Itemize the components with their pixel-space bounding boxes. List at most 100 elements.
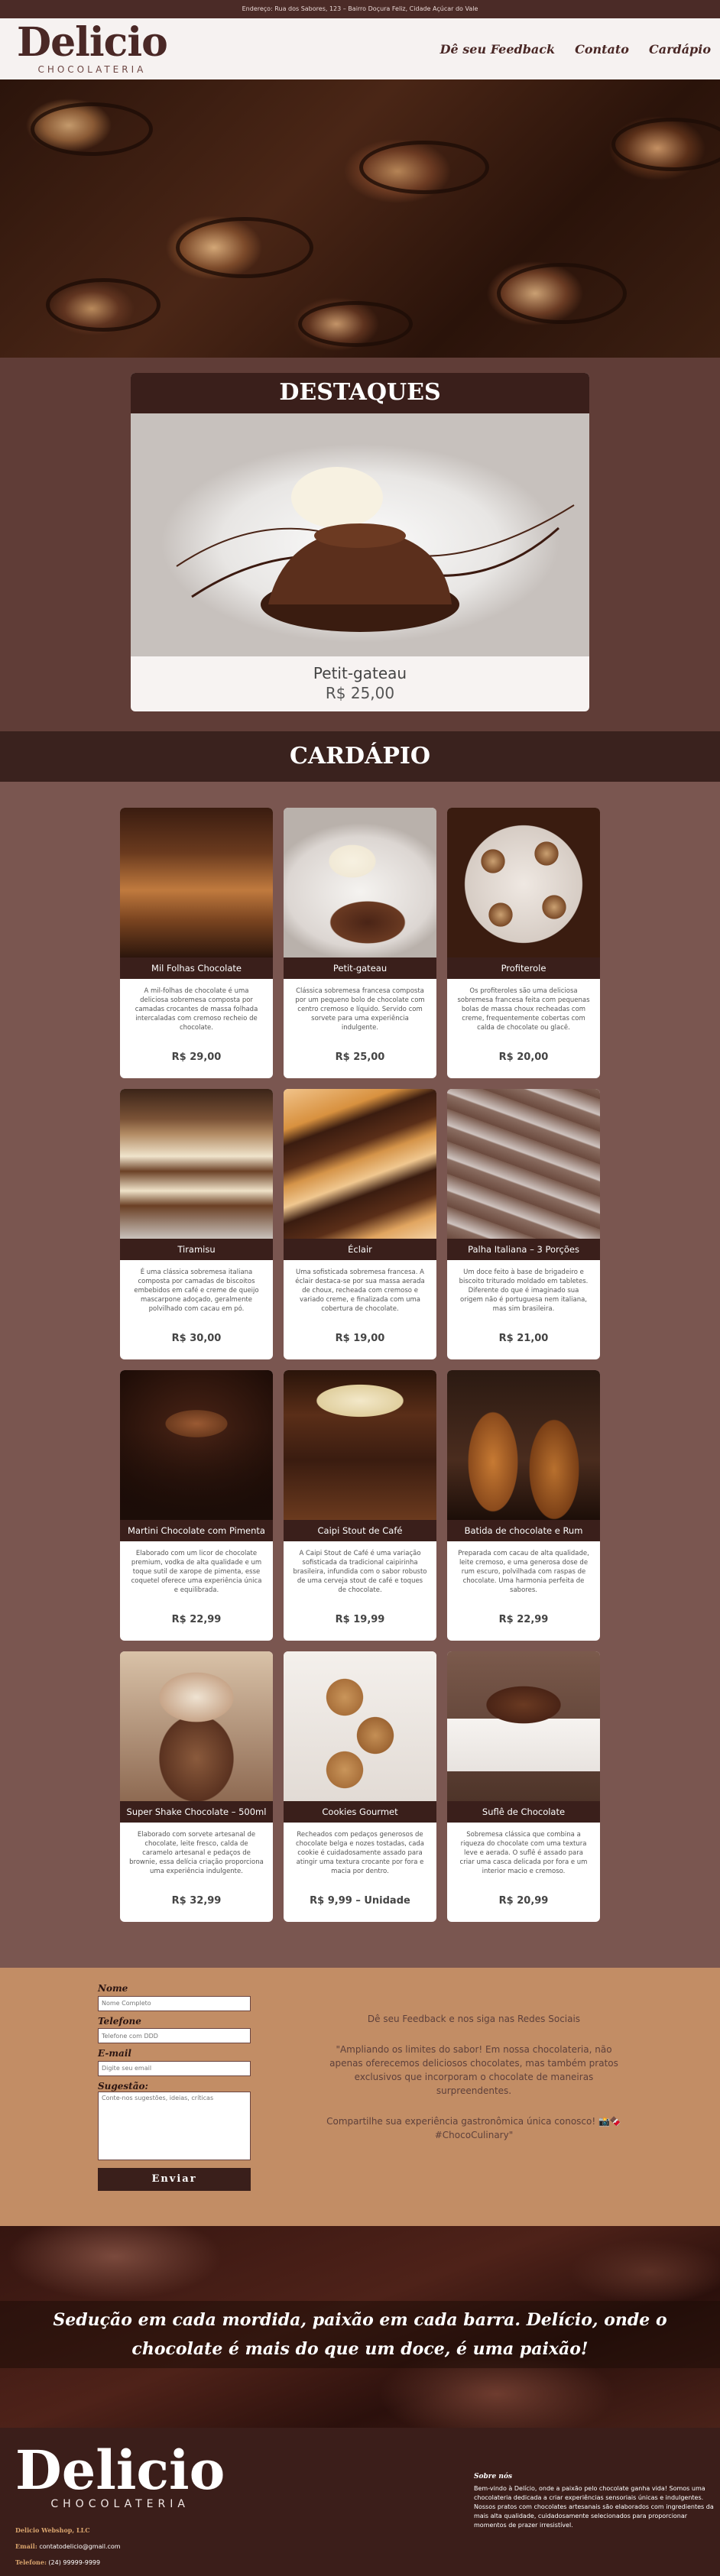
- menu-card[interactable]: Caipi Stout de Café A Caipi Stout de Caf…: [284, 1370, 436, 1641]
- social-text: Dê seu Feedback e nos siga nas Redes Soc…: [321, 1978, 627, 2226]
- menu-card-title: Profiterole: [447, 957, 600, 979]
- menu-card-image: [284, 808, 436, 957]
- menu-card-price: R$ 9,99 – Unidade: [310, 1895, 410, 1907]
- logo[interactable]: Delicio CHOCOLATERIA: [17, 19, 168, 76]
- footer-logo-wordmark: Delicio: [15, 2438, 225, 2502]
- destaques-section: DESTAQUES Petit-gateau R$ 25,00: [0, 358, 720, 731]
- menu-section: Mil Folhas Chocolate A mil-folhas de cho…: [0, 782, 720, 1968]
- main-nav: Dê seu Feedback Contato Cardápio: [440, 42, 711, 57]
- menu-card-image: [447, 1651, 600, 1801]
- menu-card-title: Caipi Stout de Café: [284, 1520, 436, 1541]
- menu-card-title: Éclair: [284, 1239, 436, 1260]
- name-label: Nome: [98, 1983, 128, 1994]
- menu-card[interactable]: Tiramisu É uma clássica sobremesa italia…: [120, 1089, 273, 1359]
- about-text: Bem-vindo à Delício, onde a paixão pelo …: [474, 2485, 714, 2529]
- nav-cardapio-link[interactable]: Cardápio: [649, 42, 711, 57]
- menu-card-image: [284, 1089, 436, 1239]
- menu-card-image: [120, 1089, 273, 1239]
- menu-card[interactable]: Palha Italiana – 3 Porções Um doce feito…: [447, 1089, 600, 1359]
- menu-card-image: [447, 808, 600, 957]
- menu-card-price: R$ 20,99: [498, 1895, 549, 1907]
- menu-card[interactable]: Mil Folhas Chocolate A mil-folhas de cho…: [120, 808, 273, 1078]
- address-text: Endereço: Rua dos Sabores, 123 – Bairro …: [242, 5, 478, 12]
- menu-card-price: R$ 32,99: [171, 1895, 222, 1907]
- email-label: E-mail: [98, 2048, 131, 2059]
- nav-contato-link[interactable]: Contato: [575, 42, 629, 57]
- hero-image: [0, 79, 720, 358]
- menu-card-title: Palha Italiana – 3 Porções: [447, 1239, 600, 1260]
- footer-about: Sobre nós Bem-vindo à Delício, onde a pa…: [474, 2443, 718, 2576]
- menu-card-image: [120, 1651, 273, 1801]
- site-footer: Delicio CHOCOLATERIA Delicio Webshop, LL…: [0, 2428, 720, 2576]
- company-name: Delicio Webshop, LLC: [15, 2526, 90, 2534]
- footer-contact: Delicio Webshop, LLC Email: contatodelic…: [15, 2523, 474, 2571]
- featured-card[interactable]: DESTAQUES Petit-gateau R$ 25,00: [131, 373, 589, 711]
- menu-card-title: Batida de chocolate e Rum: [447, 1520, 600, 1541]
- menu-card-desc: Recheados com pedaços generosos de choco…: [295, 1831, 425, 1875]
- menu-card-desc: Os profiteroles são uma deliciosa sobrem…: [457, 987, 590, 1032]
- footer-logo-subtitle: CHOCOLATERIA: [50, 2498, 190, 2510]
- menu-card[interactable]: Petit-gateau Clássica sobremesa francesa…: [284, 808, 436, 1078]
- suggestion-textarea[interactable]: [98, 2091, 251, 2160]
- menu-card[interactable]: Suflê de Chocolate Sobremesa clássica qu…: [447, 1651, 600, 1922]
- menu-card-price: R$ 21,00: [498, 1333, 549, 1344]
- email-value[interactable]: contatodelicio@gmail.com: [37, 2543, 120, 2550]
- social-quote: "Ampliando os limites do sabor! Em nossa…: [329, 2044, 618, 2096]
- logo-wordmark: Delicio: [17, 19, 168, 66]
- featured-name: Petit-gateau: [313, 664, 407, 682]
- menu-card-title: Tiramisu: [120, 1239, 273, 1260]
- menu-card-price: R$ 20,00: [498, 1051, 549, 1063]
- menu-card-image: [447, 1370, 600, 1520]
- feedback-section: Nome Telefone E-mail Sugestão: Enviar Dê…: [0, 1968, 720, 2226]
- menu-card-title: Mil Folhas Chocolate: [120, 957, 273, 979]
- about-title: Sobre nós: [474, 2473, 513, 2480]
- menu-card-desc: Elaborado com sorvete artesanal de choco…: [129, 1831, 264, 1875]
- menu-card[interactable]: Éclair Uma sofisticada sobremesa frances…: [284, 1089, 436, 1359]
- phone-key: Telefone:: [15, 2558, 47, 2566]
- name-input[interactable]: [98, 1995, 251, 2011]
- menu-card-image: [447, 1089, 600, 1239]
- menu-card-title: Cookies Gourmet: [284, 1801, 436, 1823]
- menu-card-desc: Sobremesa clássica que combina a riqueza…: [459, 1831, 588, 1875]
- menu-card-desc: Uma sofisticada sobremesa francesa. A éc…: [295, 1269, 425, 1313]
- menu-card-title: Martini Chocolate com Pimenta: [120, 1520, 273, 1541]
- menu-card-price: R$ 30,00: [171, 1333, 222, 1344]
- cardapio-title: CARDÁPIO: [0, 731, 720, 782]
- menu-grid: Mil Folhas Chocolate A mil-folhas de cho…: [120, 808, 600, 1922]
- phone-label: Telefone: [98, 2015, 141, 2027]
- social-share: Compartilhe sua experiência gastronômica…: [326, 2116, 621, 2140]
- menu-card-title: Super Shake Chocolate – 500ml: [120, 1801, 273, 1823]
- slogan-text: Sedução em cada mordida, paixão em cada …: [0, 2301, 720, 2368]
- menu-card-desc: A mil-folhas de chocolate é uma delicios…: [135, 987, 258, 1032]
- featured-price: R$ 25,00: [325, 684, 395, 702]
- menu-card[interactable]: Super Shake Chocolate – 500ml Elaborado …: [120, 1651, 273, 1922]
- menu-card-price: R$ 22,99: [171, 1614, 222, 1625]
- phone-input[interactable]: [98, 2028, 251, 2043]
- nav-feedback-link[interactable]: Dê seu Feedback: [440, 42, 555, 57]
- site-header: Delicio CHOCOLATERIA Dê seu Feedback Con…: [0, 18, 720, 79]
- destaques-title: DESTAQUES: [131, 373, 589, 413]
- menu-card-desc: Clássica sobremesa francesa composta por…: [295, 987, 425, 1032]
- menu-card-title: Petit-gateau: [284, 957, 436, 979]
- menu-card[interactable]: Martini Chocolate com Pimenta Elaborado …: [120, 1370, 273, 1641]
- menu-card-price: R$ 29,00: [171, 1051, 222, 1063]
- menu-card-desc: A Caipi Stout de Café é uma variação sof…: [293, 1550, 427, 1594]
- menu-card-price: R$ 22,99: [498, 1614, 549, 1625]
- address-bar: Endereço: Rua dos Sabores, 123 – Bairro …: [0, 0, 720, 18]
- menu-card-image: [284, 1651, 436, 1801]
- logo-subtitle: CHOCOLATERIA: [37, 64, 147, 75]
- feedback-form: Nome Telefone E-mail Sugestão: Enviar: [0, 1978, 321, 2226]
- menu-card[interactable]: Profiterole Os profiteroles são uma deli…: [447, 808, 600, 1078]
- menu-card-image: [284, 1370, 436, 1520]
- email-key: Email:: [15, 2542, 37, 2550]
- phone-value[interactable]: (24) 99999-9999: [47, 2559, 100, 2566]
- email-input[interactable]: [98, 2060, 251, 2076]
- menu-card-image: [120, 1370, 273, 1520]
- featured-image: [131, 413, 589, 656]
- menu-card[interactable]: Batida de chocolate e Rum Preparada com …: [447, 1370, 600, 1641]
- menu-card-desc: Um doce feito à base de brigadeiro e bis…: [459, 1269, 589, 1313]
- submit-button[interactable]: Enviar: [98, 2167, 251, 2191]
- menu-card[interactable]: Cookies Gourmet Recheados com pedaços ge…: [284, 1651, 436, 1922]
- slogan-banner: Sedução em cada mordida, paixão em cada …: [0, 2226, 720, 2428]
- menu-card-price: R$ 19,00: [335, 1333, 385, 1344]
